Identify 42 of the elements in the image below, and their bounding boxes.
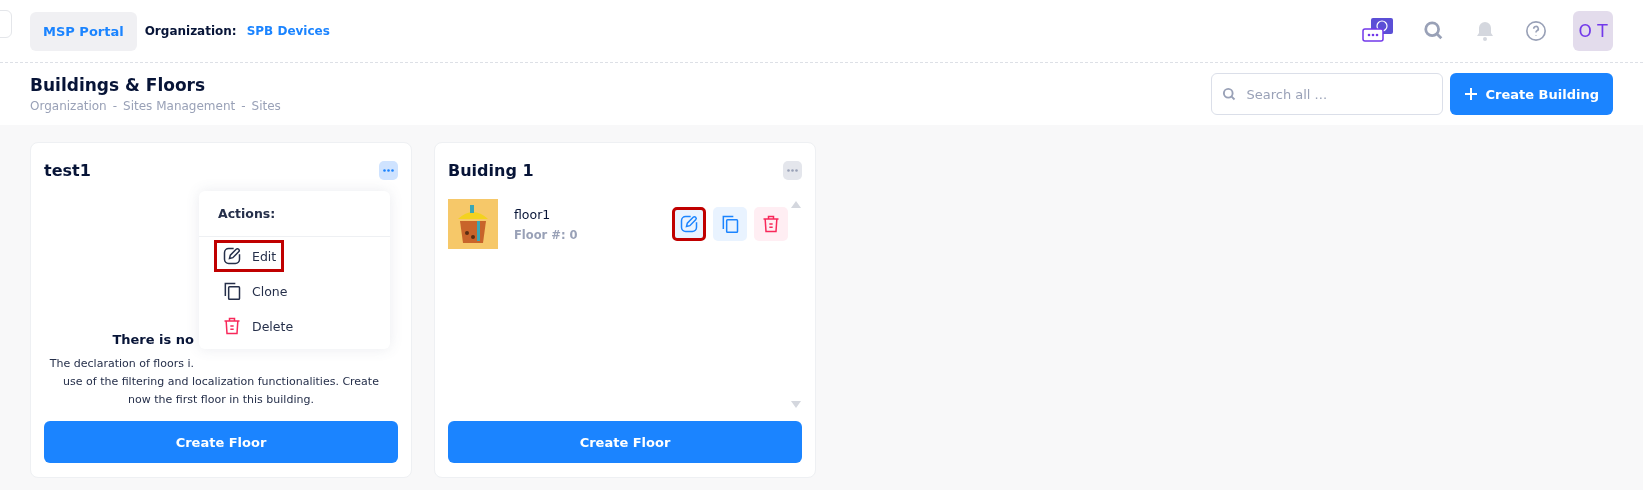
more-button[interactable] bbox=[379, 160, 398, 180]
trash-icon bbox=[222, 316, 242, 336]
more-button[interactable] bbox=[783, 160, 802, 180]
building-title: test1 bbox=[44, 160, 91, 180]
organization-label: Organization: bbox=[144, 24, 237, 38]
breadcrumb-separator: - bbox=[241, 99, 246, 113]
organization-name[interactable]: SPB Devices bbox=[246, 24, 330, 38]
breadcrumb-link[interactable]: Organization bbox=[30, 99, 107, 113]
plus-icon bbox=[1463, 87, 1478, 101]
floor-name: floor1 bbox=[514, 206, 552, 222]
delete-button[interactable] bbox=[754, 207, 788, 241]
edit-button[interactable] bbox=[672, 207, 706, 241]
portal-button[interactable]: MSP Portal bbox=[30, 11, 137, 51]
menu-item[interactable]: Clone bbox=[214, 275, 296, 307]
trash-icon bbox=[761, 214, 781, 234]
breadcrumb-separator: - bbox=[112, 99, 118, 113]
more-icon bbox=[787, 168, 798, 172]
empty-title: There is no bbox=[112, 332, 194, 347]
edit-icon bbox=[222, 246, 242, 266]
more-icon bbox=[383, 168, 394, 172]
breadcrumb-link[interactable]: Sites Management bbox=[123, 99, 236, 113]
breadcrumb-link[interactable]: Sites bbox=[251, 99, 281, 113]
search-icon bbox=[1221, 86, 1237, 102]
menu-item[interactable]: Delete bbox=[214, 310, 302, 342]
scroll-up-icon[interactable] bbox=[791, 201, 801, 208]
building-title: Buiding 1 bbox=[448, 160, 534, 180]
empty-text: The declaration of floors i. bbox=[49, 357, 194, 370]
menu-item[interactable]: Edit bbox=[214, 240, 285, 272]
search-field[interactable]: Search all ... bbox=[1210, 73, 1443, 115]
menu-title: Actions: bbox=[199, 191, 390, 237]
create-building-button[interactable]: Create Building bbox=[1449, 73, 1613, 115]
page-title: Buildings & Floors bbox=[30, 75, 207, 95]
edit-icon bbox=[679, 214, 699, 234]
create-floor-button[interactable]: Create Floor bbox=[448, 421, 802, 463]
user-avatar[interactable]: O T bbox=[1573, 11, 1613, 51]
clone-button[interactable] bbox=[713, 207, 747, 241]
empty-text: use of the filtering and localization functionalities. Create now the first floor in this building. bbox=[62, 374, 380, 408]
create-floor-button[interactable]: Create Floor bbox=[44, 421, 398, 463]
scroll-down-icon[interactable] bbox=[791, 401, 801, 408]
floor-number: Floor #: 0 bbox=[514, 227, 579, 242]
copy-icon bbox=[720, 214, 740, 234]
copy-icon bbox=[222, 281, 242, 301]
